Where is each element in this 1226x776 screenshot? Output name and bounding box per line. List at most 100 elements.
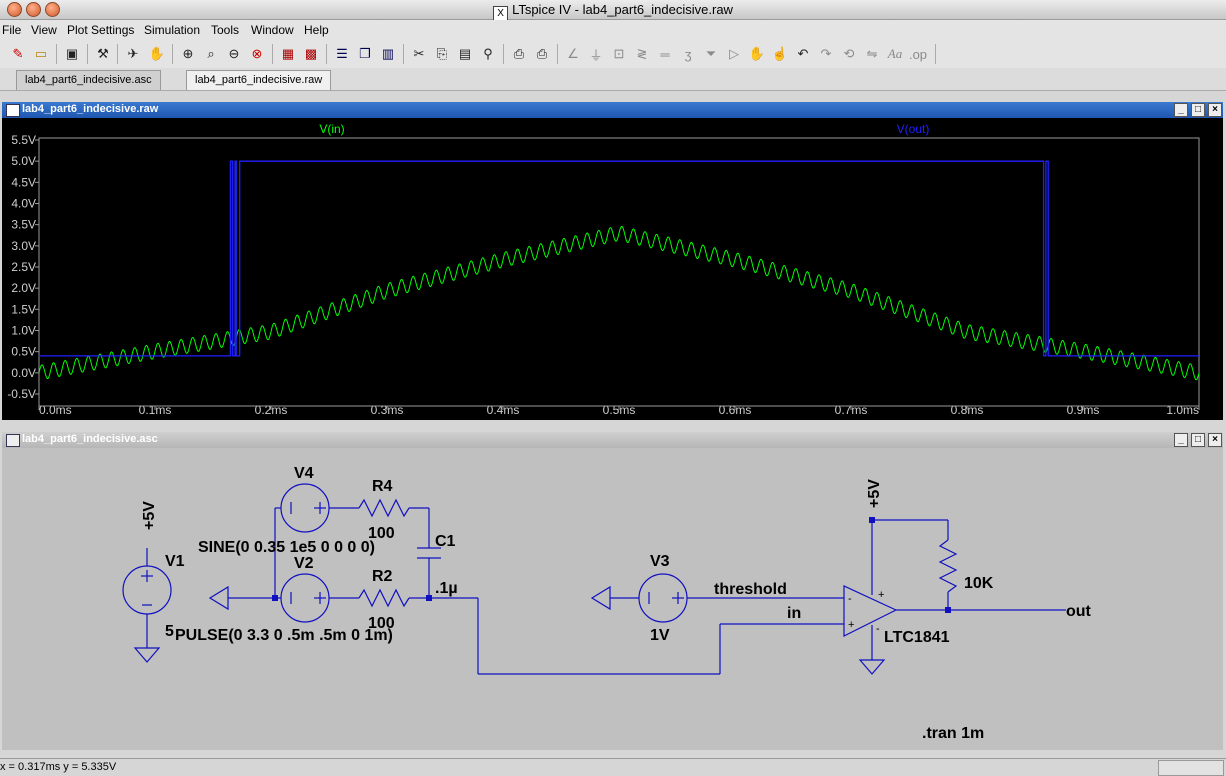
r2-resistor-symbol[interactable] xyxy=(358,588,410,608)
print-preview-icon[interactable]: ⎙ xyxy=(509,44,529,64)
resistor-icon[interactable]: ≷ xyxy=(632,44,652,64)
label-v1[interactable]: V1 xyxy=(165,553,185,570)
label-pulse-source[interactable]: PULSE(0 3.3 0 .5m .5m 0 1m) xyxy=(175,627,393,644)
label-v1-value[interactable]: 5 xyxy=(165,623,174,640)
wire-icon[interactable]: ∠ xyxy=(563,44,583,64)
label-v3-value[interactable]: 1V xyxy=(650,627,670,644)
cascade-icon[interactable]: ❐ xyxy=(355,44,375,64)
zoom-full-icon[interactable]: ▩ xyxy=(301,44,321,64)
label-plus5v-v1[interactable]: +5V xyxy=(141,501,158,530)
tile-horizontal-icon[interactable]: ☰ xyxy=(332,44,352,64)
ground-icon[interactable]: ⏚ xyxy=(586,44,606,64)
paste-icon[interactable]: ▤ xyxy=(455,44,475,64)
mirror-icon[interactable]: ⇋ xyxy=(862,44,882,64)
menu-file[interactable]: File xyxy=(2,23,21,37)
zoom-area-icon[interactable]: ⌕ xyxy=(201,44,221,64)
open-icon[interactable]: ▭ xyxy=(31,44,51,64)
y-tick-label: 3.0V xyxy=(11,239,36,253)
maximize-pane-button[interactable]: □ xyxy=(1191,103,1205,117)
label-net-out[interactable]: out xyxy=(1066,603,1092,620)
label-c1[interactable]: C1 xyxy=(435,533,456,550)
halt-icon[interactable]: ✋ xyxy=(147,44,167,64)
spice-directive-tran[interactable]: .tran 1m xyxy=(922,725,984,742)
text-icon[interactable]: Aa xyxy=(885,44,905,64)
plot-window-titlebar[interactable]: lab4_part6_indecisive.raw _ □ × xyxy=(2,102,1223,118)
copy-icon[interactable]: ⎘ xyxy=(432,44,452,64)
component-icon[interactable]: ▷ xyxy=(724,44,744,64)
pin-plus: + xyxy=(848,619,854,631)
r4-resistor-symbol[interactable] xyxy=(358,498,410,518)
label-net-threshold[interactable]: threshold xyxy=(714,581,787,598)
minimize-pane-button[interactable]: _ xyxy=(1174,433,1188,447)
drag-icon[interactable]: ☝ xyxy=(770,44,790,64)
y-tick-label: 4.5V xyxy=(11,175,36,189)
label-ltc1841[interactable]: LTC1841 xyxy=(884,629,950,646)
label-plus5v-supply[interactable]: +5V xyxy=(866,479,883,508)
label-r2[interactable]: R2 xyxy=(372,568,393,585)
menu-simulation[interactable]: Simulation xyxy=(144,23,200,37)
tab-schematic[interactable]: lab4_part6_indecisive.asc xyxy=(16,70,161,90)
menu-plot-settings[interactable]: Plot Settings xyxy=(67,23,134,37)
label-net-in[interactable]: in xyxy=(787,605,801,622)
trace-label-v-in[interactable]: V(in) xyxy=(319,122,344,136)
cut-icon[interactable]: ✂ xyxy=(409,44,429,64)
toolbar-separator xyxy=(172,44,173,64)
capacitor-icon[interactable]: ═ xyxy=(655,44,675,64)
tab-waveform[interactable]: lab4_part6_indecisive.raw xyxy=(186,70,332,90)
document-tabbar: lab4_part6_indecisive.asc lab4_part6_ind… xyxy=(0,68,1226,91)
move-icon[interactable]: ✋ xyxy=(747,44,767,64)
trace-label-v-out[interactable]: V(out) xyxy=(897,122,930,136)
x-tick-label: 0.8ms xyxy=(951,403,984,417)
10k-resistor-symbol[interactable] xyxy=(938,539,958,593)
run-icon[interactable]: ✈ xyxy=(123,44,143,64)
control-panel-icon[interactable]: ⚒ xyxy=(93,44,113,64)
label-v2[interactable]: V2 xyxy=(294,555,314,572)
toolbar-separator xyxy=(87,44,88,64)
rotate-icon[interactable]: ⟲ xyxy=(839,44,859,64)
schematic-window-title: lab4_part6_indecisive.asc xyxy=(22,433,158,445)
menu-window[interactable]: Window xyxy=(251,23,294,37)
label-net-icon[interactable]: ⊡ xyxy=(609,44,629,64)
menu-view[interactable]: View xyxy=(31,23,57,37)
label-c1-value[interactable]: .1µ xyxy=(435,580,458,597)
label-v4[interactable]: V4 xyxy=(294,465,314,482)
new-schematic-icon[interactable]: ✎ xyxy=(8,44,28,64)
schematic-window-titlebar[interactable]: lab4_part6_indecisive.asc _ □ × xyxy=(2,432,1223,448)
redo-icon[interactable]: ↷ xyxy=(816,44,836,64)
schematic-canvas[interactable]: +5V V1 5 V4 R4 100 SINE(0 0.35 1e5 0 0 0… xyxy=(2,448,1223,750)
schematic-pane[interactable]: +5V V1 5 V4 R4 100 SINE(0 0.35 1e5 0 0 0… xyxy=(2,448,1223,750)
x-tick-label: 0.7ms xyxy=(835,403,868,417)
close-pane-button[interactable]: × xyxy=(1208,433,1222,447)
find-icon[interactable]: ⚲ xyxy=(478,44,498,64)
y-tick-label: 4.0V xyxy=(11,197,36,211)
save-icon[interactable]: ▣ xyxy=(62,44,82,64)
pin-plus: + xyxy=(878,589,884,601)
x-tick-label: 0.2ms xyxy=(255,403,288,417)
label-r4[interactable]: R4 xyxy=(372,478,393,495)
zoom-out-icon[interactable]: ⊖ xyxy=(224,44,244,64)
zoom-in-icon[interactable]: ⊕ xyxy=(178,44,198,64)
label-v3[interactable]: V3 xyxy=(650,553,670,570)
trace-v-out[interactable] xyxy=(39,160,1199,357)
inductor-icon[interactable]: ʒ xyxy=(678,44,698,64)
waveform-plot[interactable]: 5.5V 5.0V 4.5V 4.0V 3.5V 3.0V 2.5V 2.0V 1.5V 1.0V… xyxy=(2,118,1223,420)
print-icon[interactable]: ⎙ xyxy=(532,44,552,64)
maximize-pane-button[interactable]: □ xyxy=(1191,433,1205,447)
close-pane-button[interactable]: × xyxy=(1208,103,1222,117)
junction-dot xyxy=(272,595,278,601)
spice-directive-icon[interactable]: .op xyxy=(908,44,928,64)
x-tick-label: 0.1ms xyxy=(139,403,172,417)
autorange-icon[interactable]: ▦ xyxy=(278,44,298,64)
minimize-pane-button[interactable]: _ xyxy=(1174,103,1188,117)
toolbar-separator xyxy=(403,44,404,64)
label-10k[interactable]: 10K xyxy=(964,575,994,592)
menu-help[interactable]: Help xyxy=(304,23,329,37)
label-sine-source[interactable]: SINE(0 0.35 1e5 0 0 0 0) xyxy=(198,539,375,556)
undo-icon[interactable]: ↶ xyxy=(793,44,813,64)
zoom-cancel-icon[interactable]: ⊗ xyxy=(247,44,267,64)
menu-tools[interactable]: Tools xyxy=(211,23,239,37)
trace-v-in[interactable] xyxy=(38,225,1200,381)
tile-vertical-icon[interactable]: ▥ xyxy=(378,44,398,64)
diode-icon[interactable]: ⏷ xyxy=(701,44,721,64)
waveform-plot-pane[interactable]: 5.5V 5.0V 4.5V 4.0V 3.5V 3.0V 2.5V 2.0V 1.5V 1.0V… xyxy=(2,118,1223,420)
